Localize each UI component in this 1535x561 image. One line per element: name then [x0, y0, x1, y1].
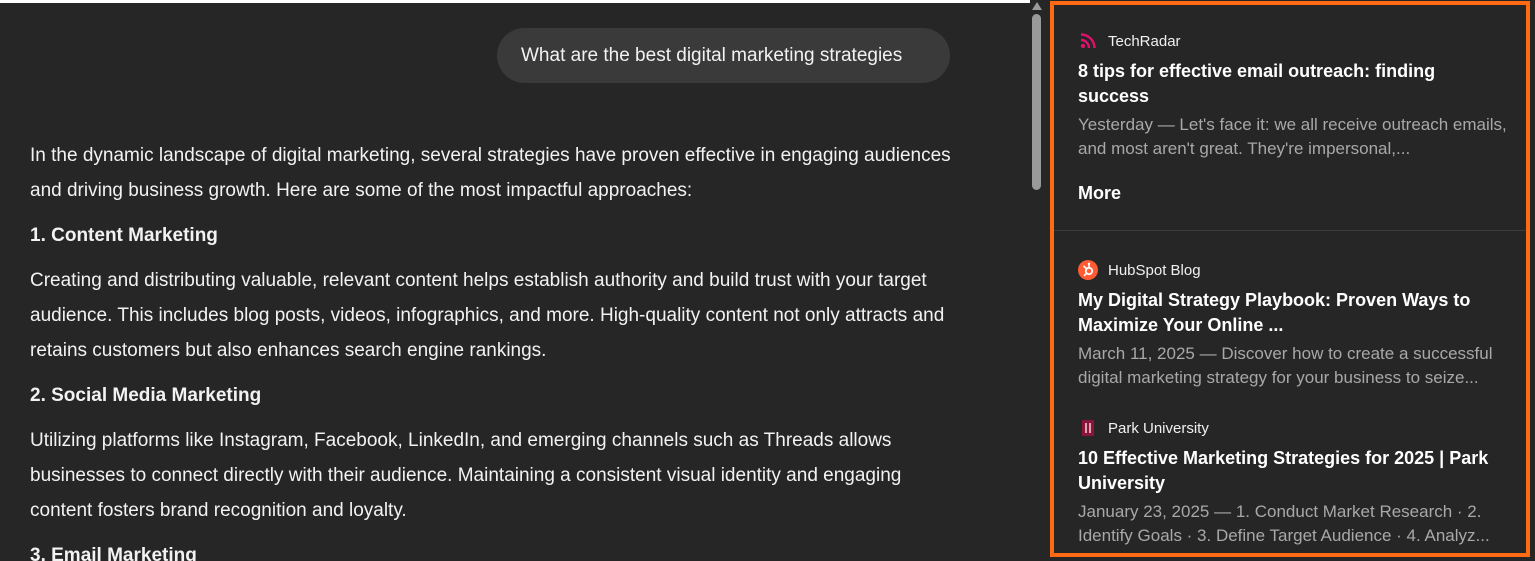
- source-header: HubSpot Blog: [1078, 260, 1508, 280]
- source-snippet: March 11, 2025 — Discover how to create …: [1078, 344, 1493, 387]
- section-heading: 3. Email Marketing: [30, 545, 197, 561]
- source-title-link[interactable]: 8 tips for effective email outreach: fin…: [1078, 59, 1508, 109]
- source-name: Park University: [1108, 419, 1209, 437]
- sources-panel: TechRadar 8 tips for effective email out…: [1050, 1, 1530, 557]
- user-message-bubble: What are the best digital marketing stra…: [497, 28, 950, 83]
- section-body: Utilizing platforms like Instagram, Face…: [30, 430, 902, 521]
- source-snippet: Yesterday — Let's face it: we all receiv…: [1078, 115, 1507, 158]
- section-heading: 2. Social Media Marketing: [30, 385, 262, 406]
- source-header: TechRadar: [1078, 31, 1508, 51]
- top-divider: [0, 0, 1030, 3]
- chat-area: What are the best digital marketing stra…: [0, 0, 1030, 561]
- scrollbar-thumb[interactable]: [1032, 14, 1041, 190]
- answer-intro: In the dynamic landscape of digital mark…: [30, 145, 951, 201]
- rss-icon: [1078, 31, 1098, 51]
- chat-scrollbar[interactable]: [1030, 0, 1044, 561]
- hubspot-icon: [1078, 260, 1098, 280]
- park-university-icon: [1078, 418, 1098, 438]
- source-name: TechRadar: [1108, 32, 1181, 50]
- scroll-up-arrow-icon[interactable]: [1032, 2, 1042, 10]
- panel-divider: [1054, 230, 1526, 231]
- section-heading: 1. Content Marketing: [30, 225, 218, 246]
- source-snippet: January 23, 2025 — 1. Conduct Market Res…: [1078, 502, 1490, 545]
- source-name: HubSpot Blog: [1108, 261, 1201, 279]
- source-header: Park University: [1078, 418, 1508, 438]
- source-card-techradar[interactable]: TechRadar 8 tips for effective email out…: [1078, 31, 1508, 161]
- source-title-link[interactable]: My Digital Strategy Playbook: Proven Way…: [1078, 288, 1508, 338]
- assistant-answer: In the dynamic landscape of digital mark…: [30, 138, 960, 561]
- section-body: Creating and distributing valuable, rele…: [30, 270, 945, 361]
- source-card-hubspot[interactable]: HubSpot Blog My Digital Strategy Playboo…: [1078, 260, 1508, 390]
- source-title-link[interactable]: 10 Effective Marketing Strategies for 20…: [1078, 446, 1508, 496]
- more-button[interactable]: More: [1078, 183, 1121, 204]
- source-card-park-university[interactable]: Park University 10 Effective Marketing S…: [1078, 418, 1508, 548]
- user-message-text: What are the best digital marketing stra…: [521, 44, 903, 66]
